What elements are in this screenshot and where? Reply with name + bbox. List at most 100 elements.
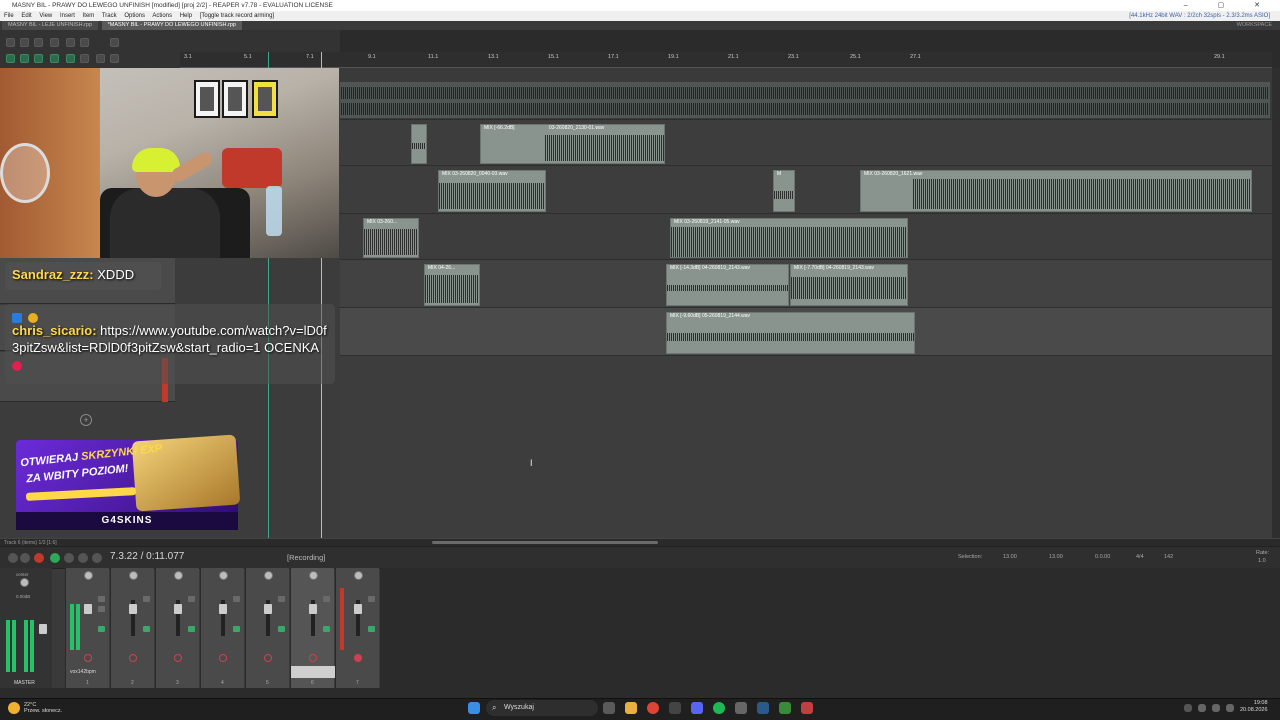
mute-button[interactable] bbox=[188, 596, 195, 602]
menu-actions[interactable]: Actions bbox=[152, 13, 172, 19]
track-lane[interactable] bbox=[340, 68, 1272, 120]
snap-toggle-icon[interactable] bbox=[20, 54, 29, 63]
new-project-icon[interactable] bbox=[6, 38, 15, 47]
steam-icon[interactable] bbox=[757, 702, 769, 714]
play-button[interactable] bbox=[50, 553, 60, 563]
tray-arrow-icon[interactable] bbox=[1184, 704, 1192, 712]
mixer-strip[interactable]: vox142bpm 1 bbox=[65, 568, 109, 688]
record-arm-button[interactable] bbox=[84, 654, 92, 662]
mute-button[interactable] bbox=[323, 596, 330, 602]
track-lane[interactable]: MIX 04-26... MIX [-14.3dB] 04-260819_214… bbox=[340, 260, 1272, 308]
selection-start[interactable]: 13.00 bbox=[1003, 554, 1017, 560]
media-item[interactable]: MIX [-66.2dB] 03-260820_2130-01.wav bbox=[480, 124, 665, 164]
tempo-bpm[interactable]: 142 bbox=[1164, 554, 1173, 560]
menu-view[interactable]: View bbox=[39, 13, 52, 19]
mixer-strip[interactable]: 3 bbox=[155, 568, 199, 688]
record-arm-button[interactable] bbox=[174, 654, 182, 662]
pan-knob[interactable] bbox=[20, 578, 29, 587]
stop-button[interactable] bbox=[78, 553, 88, 563]
reaper-icon[interactable] bbox=[801, 702, 813, 714]
task-view-icon[interactable] bbox=[603, 702, 615, 714]
app-icon[interactable] bbox=[669, 702, 681, 714]
redo-icon[interactable] bbox=[80, 38, 89, 47]
track-lane[interactable]: MIX 03-260... MIX 03-260819_2141-05.wav bbox=[340, 214, 1272, 260]
audio-status[interactable]: [44.1kHz 24bit WAV : 2/2ch 32spls - 2.3/… bbox=[1129, 11, 1270, 21]
track-name-box[interactable] bbox=[291, 666, 335, 678]
time-signature[interactable]: 4/4 bbox=[1136, 554, 1144, 560]
pan-knob[interactable] bbox=[354, 571, 363, 580]
media-item[interactable]: MIX [-9.60dB] 05-260819_2144.wav bbox=[666, 312, 915, 354]
fx-button[interactable] bbox=[323, 626, 330, 632]
record-arm-button[interactable] bbox=[219, 654, 227, 662]
menu-help[interactable]: Help bbox=[180, 13, 192, 19]
master-fader[interactable] bbox=[39, 624, 47, 634]
track-lane[interactable]: MIX 03-260820_0040-03.wav M MIX 03-26082… bbox=[340, 166, 1272, 214]
chrome-icon[interactable] bbox=[647, 702, 659, 714]
save-project-icon[interactable] bbox=[34, 38, 43, 47]
loop-icon[interactable] bbox=[80, 54, 89, 63]
add-track-icon[interactable]: + bbox=[80, 414, 92, 426]
system-clock[interactable]: 19:08 20.08.2026 bbox=[1240, 700, 1268, 714]
media-item[interactable]: MIX 03-260820_0040-03.wav bbox=[438, 170, 546, 212]
fx-button[interactable] bbox=[368, 626, 375, 632]
rate-value[interactable]: 1.0 bbox=[1258, 558, 1266, 564]
app-icon[interactable] bbox=[735, 702, 747, 714]
go-to-start-icon[interactable] bbox=[8, 553, 18, 563]
volume-icon[interactable] bbox=[1226, 704, 1234, 712]
mixer-strip[interactable]: 4 bbox=[200, 568, 244, 688]
volume-fader[interactable] bbox=[354, 604, 362, 614]
record-arm-button-active[interactable] bbox=[354, 654, 362, 662]
pan-knob[interactable] bbox=[219, 571, 228, 580]
metronome-icon[interactable] bbox=[110, 38, 119, 47]
track-lane[interactable]: MIX [-66.2dB] 03-260820_2130-01.wav bbox=[340, 120, 1272, 166]
media-item[interactable]: MIX [-14.3dB] 04-260819_2143.wav bbox=[666, 264, 789, 306]
taskbar-search[interactable]: Wyszukaj bbox=[486, 700, 598, 716]
window-controls[interactable]: – ▢ ✕ bbox=[1184, 0, 1274, 11]
mute-button[interactable] bbox=[233, 596, 240, 602]
media-item[interactable] bbox=[340, 82, 1270, 118]
mixer-strip[interactable]: 7 bbox=[335, 568, 379, 688]
pan-knob[interactable] bbox=[174, 571, 183, 580]
media-item[interactable]: MIX 03-260819_2141-05.wav bbox=[670, 218, 908, 258]
weather-icon[interactable] bbox=[8, 702, 20, 714]
file-explorer-icon[interactable] bbox=[625, 702, 637, 714]
open-project-icon[interactable] bbox=[20, 38, 29, 47]
track-lane[interactable]: MIX [-9.60dB] 05-260819_2144.wav bbox=[340, 308, 1272, 356]
timeline-ruler[interactable]: 3.1 5.1 7.1 9.1 11.1 13.1 15.1 17.1 19.1… bbox=[180, 52, 1272, 68]
mute-button[interactable] bbox=[278, 596, 285, 602]
horizontal-scrollbar[interactable]: Track 6 (items) 1/3 [1:6] bbox=[0, 538, 1280, 546]
volume-fader[interactable] bbox=[129, 604, 137, 614]
lock-icon[interactable] bbox=[96, 54, 105, 63]
fx-button[interactable] bbox=[143, 626, 150, 632]
fx-button[interactable] bbox=[98, 626, 105, 632]
media-item[interactable]: MIX 04-26... bbox=[424, 264, 480, 306]
fx-button[interactable] bbox=[278, 626, 285, 632]
spotify-icon[interactable] bbox=[713, 702, 725, 714]
network-icon[interactable] bbox=[1212, 704, 1220, 712]
pause-button[interactable] bbox=[92, 553, 102, 563]
arrange-view[interactable]: MIX [-66.2dB] 03-260820_2130-01.wav MIX … bbox=[340, 68, 1272, 538]
fx-button[interactable] bbox=[188, 626, 195, 632]
tab-project-1[interactable]: MASNY BIL - LEJE UNFINISH.rpp bbox=[2, 21, 99, 30]
volume-fader[interactable] bbox=[309, 604, 317, 614]
windows-start-icon[interactable] bbox=[468, 702, 480, 714]
ripple-edit-icon[interactable] bbox=[34, 54, 43, 63]
pan-knob[interactable] bbox=[264, 571, 273, 580]
media-item[interactable]: MIX 03-260820_1621.wav bbox=[860, 170, 1252, 212]
undo-icon[interactable] bbox=[66, 38, 75, 47]
record-arm-button[interactable] bbox=[309, 654, 317, 662]
mute-button[interactable] bbox=[98, 596, 105, 602]
pan-knob[interactable] bbox=[129, 571, 138, 580]
tab-project-2[interactable]: *MASNY BIL - PRAWY DO LEWEGO UNFINISH.rp… bbox=[101, 21, 242, 30]
grid-toggle-icon[interactable] bbox=[6, 54, 15, 63]
volume-fader[interactable] bbox=[219, 604, 227, 614]
media-item[interactable]: M bbox=[773, 170, 795, 212]
mixer-strip[interactable]: 2 bbox=[110, 568, 154, 688]
record-arm-button[interactable] bbox=[129, 654, 137, 662]
record-button[interactable] bbox=[34, 553, 44, 563]
auto-crossfade-icon[interactable] bbox=[50, 54, 59, 63]
volume-fader[interactable] bbox=[84, 604, 92, 614]
mute-button[interactable] bbox=[143, 596, 150, 602]
menu-options[interactable]: Options bbox=[124, 13, 145, 19]
fx-button[interactable] bbox=[233, 626, 240, 632]
